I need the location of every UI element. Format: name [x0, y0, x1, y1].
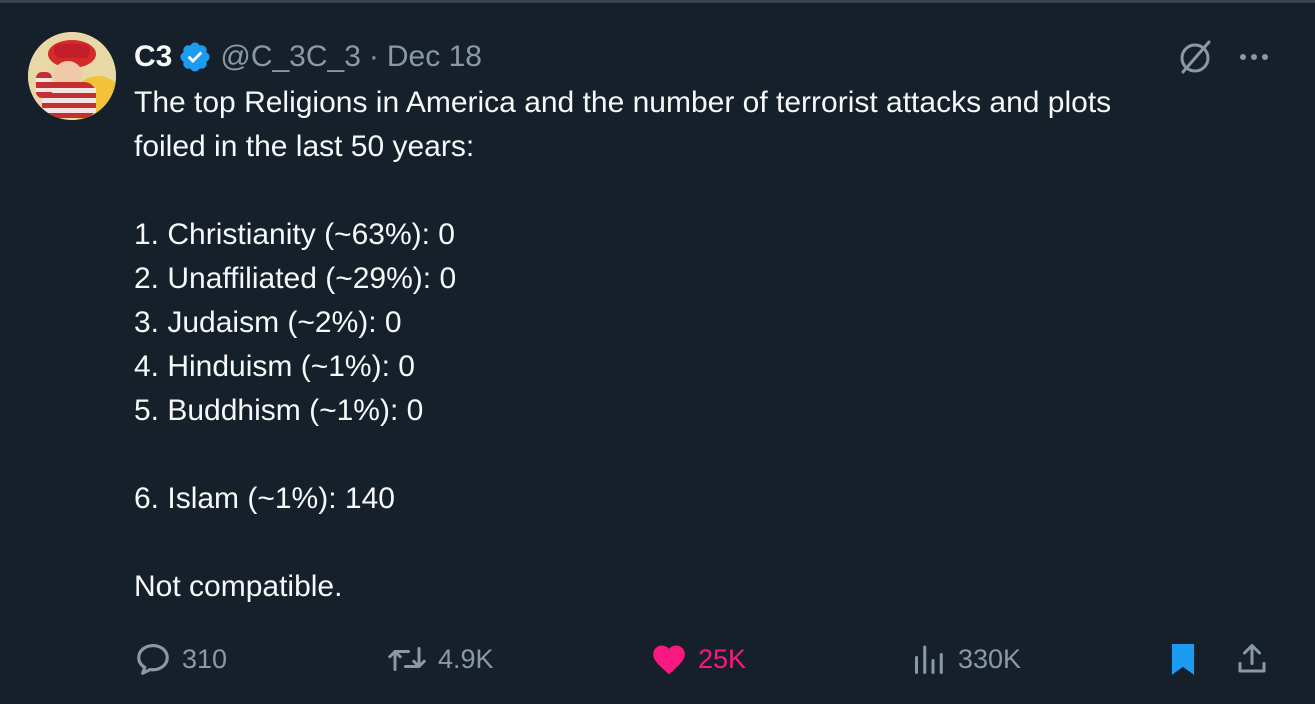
tweet-text-line: The top Religions in America and the num…	[134, 86, 1112, 119]
views-icon	[915, 645, 943, 674]
separator-dot: ·	[368, 40, 379, 73]
tweet-text: The top Religions in America and the num…	[134, 81, 1274, 609]
avatar[interactable]	[28, 32, 116, 120]
views-button[interactable]: 330K	[912, 636, 1021, 682]
tweet-header: C3 @C_3C_3 · Dec 18	[134, 37, 482, 77]
grok-icon[interactable]	[1175, 37, 1215, 77]
bookmark-icon	[1171, 643, 1195, 675]
repost-icon	[388, 647, 426, 671]
bookmark-button[interactable]	[1166, 636, 1210, 682]
more-icon[interactable]	[1237, 40, 1271, 74]
author-name[interactable]: C3	[134, 40, 172, 74]
share-icon	[1238, 644, 1266, 673]
views-count: 330K	[958, 643, 1022, 674]
tweet-top-actions	[1175, 37, 1271, 77]
list-item: 2. Unaffiliated (~29%): 0	[134, 262, 457, 295]
verified-badge-icon[interactable]	[178, 40, 212, 74]
tweet-date[interactable]: Dec 18	[387, 40, 482, 74]
repost-button[interactable]: 4.9K	[386, 636, 494, 682]
like-count: 25K	[698, 643, 747, 674]
list-item: 4. Hinduism (~1%): 0	[134, 350, 415, 383]
author-handle[interactable]: @C_3C_3	[220, 40, 361, 74]
tweet-text-line: foiled in the last 50 years:	[134, 130, 475, 163]
reply-icon	[137, 643, 169, 675]
tweet-text-line: Not compatible.	[134, 570, 343, 603]
avatar-image	[28, 32, 116, 120]
reply-count: 310	[182, 643, 228, 674]
list-item: 1. Christianity (~63%): 0	[134, 218, 455, 251]
list-item: 6. Islam (~1%): 140	[134, 482, 395, 515]
tweet-actions: 310 4.9K 25K 330K	[134, 636, 1274, 682]
repost-count: 4.9K	[438, 643, 494, 674]
tweet[interactable]: C3 @C_3C_3 · Dec 18 The top Religions in…	[0, 3, 1315, 704]
like-icon	[653, 645, 685, 675]
reply-button[interactable]: 310	[134, 636, 227, 682]
list-item: 3. Judaism (~2%): 0	[134, 306, 402, 339]
list-item: 5. Buddhism (~1%): 0	[134, 394, 424, 427]
like-button[interactable]: 25K	[650, 636, 746, 682]
share-button[interactable]	[1234, 636, 1280, 682]
